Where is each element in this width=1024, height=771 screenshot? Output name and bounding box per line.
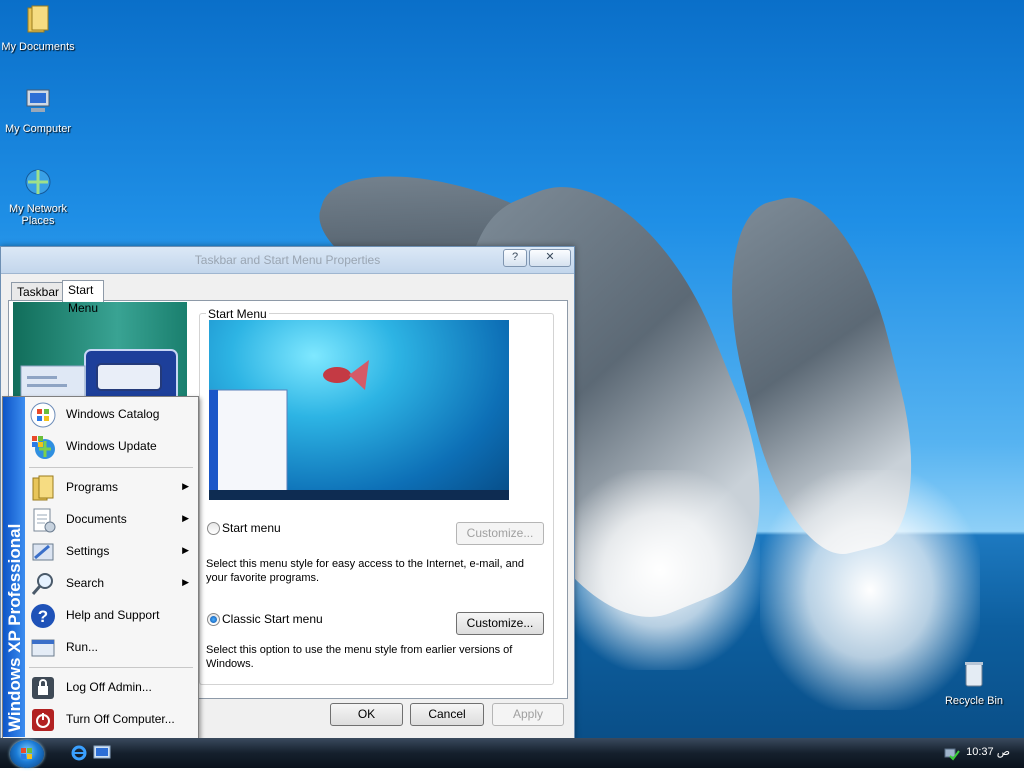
- menu-item-label: Windows Update: [66, 439, 157, 453]
- menu-item-log-off[interactable]: Log Off Admin...: [27, 672, 195, 702]
- taskbar: [0, 738, 1024, 768]
- menu-item-label: Turn Off Computer...: [66, 712, 175, 726]
- menu-item-label: Help and Support: [66, 608, 160, 622]
- help-button[interactable]: ?: [503, 249, 527, 267]
- desktop-icon-my-documents[interactable]: My Documents: [0, 4, 78, 53]
- submenu-arrow-icon: ▶: [182, 513, 189, 523]
- clock[interactable]: 10:37 ص: [966, 745, 1010, 758]
- menu-item-windows-update[interactable]: Windows Update: [27, 431, 195, 461]
- menu-item-turn-off[interactable]: Turn Off Computer...: [27, 704, 195, 734]
- windows-catalog-icon: [30, 402, 56, 428]
- dialog-titlebar[interactable]: Taskbar and Start Menu Properties ? ✕: [1, 247, 574, 274]
- network-globe-icon: [25, 169, 51, 195]
- recycle-bin-icon: [965, 662, 983, 687]
- programs-icon: [32, 475, 54, 501]
- start-menu-banner: Windows XP Professional: [3, 397, 25, 737]
- menu-item-run[interactable]: Run...: [27, 632, 195, 662]
- run-icon: [31, 639, 55, 657]
- power-icon: [32, 709, 54, 731]
- desktop-icon-label: My Documents: [1, 41, 75, 53]
- close-button[interactable]: ✕: [529, 249, 571, 267]
- customize-start-button[interactable]: Customize...: [456, 522, 544, 545]
- menu-item-help[interactable]: ? Help and Support: [27, 600, 195, 630]
- network-status-icon: [944, 748, 960, 761]
- tab-start-menu[interactable]: Start Menu: [62, 280, 105, 315]
- windows-update-icon: [32, 436, 55, 459]
- desktop-icon-label: My Computer: [4, 123, 72, 135]
- svg-text:?: ?: [38, 607, 48, 626]
- classic-start-menu: Windows XP Professional Windows Catalog …: [2, 396, 199, 740]
- menu-item-label: Windows Catalog: [66, 407, 160, 421]
- start-menu-radio[interactable]: [207, 522, 220, 535]
- menu-item-label: Settings: [66, 544, 110, 558]
- submenu-arrow-icon: ▶: [182, 481, 189, 491]
- menu-item-documents[interactable]: Documents ▶: [27, 504, 195, 534]
- internet-explorer-icon[interactable]: [70, 744, 88, 762]
- computer-icon: [26, 89, 50, 112]
- menu-item-windows-catalog[interactable]: Windows Catalog: [27, 399, 195, 429]
- menu-item-label: Log Off Admin...: [66, 680, 152, 694]
- search-icon: [31, 573, 53, 595]
- menu-item-label: Search: [66, 576, 105, 590]
- group-label: Start Menu: [206, 307, 269, 321]
- start-button[interactable]: [10, 740, 44, 768]
- menu-separator: [29, 467, 193, 468]
- cancel-button[interactable]: Cancel: [410, 703, 484, 726]
- customize-classic-button[interactable]: Customize...: [456, 612, 544, 635]
- menu-item-label: Documents: [66, 512, 127, 526]
- fish-preview-icon: [208, 360, 509, 500]
- classic-menu-radio-label[interactable]: Classic Start menu: [222, 612, 323, 626]
- menu-item-programs[interactable]: Programs ▶: [27, 472, 195, 502]
- desktop-icon-label: My Network Places: [8, 203, 68, 227]
- tab-taskbar[interactable]: Taskbar: [11, 282, 66, 301]
- show-desktop-icon[interactable]: [93, 745, 111, 761]
- menu-separator: [29, 667, 193, 668]
- settings-icon: [32, 543, 54, 561]
- dialog-title: Taskbar and Start Menu Properties: [194, 253, 381, 267]
- start-menu-description: Select this menu style for easy access t…: [206, 558, 524, 584]
- start-menu-preview-image: [208, 320, 509, 500]
- menu-item-label: Run...: [66, 640, 99, 654]
- submenu-arrow-icon: ▶: [182, 577, 189, 587]
- submenu-arrow-icon: ▶: [182, 545, 189, 555]
- classic-menu-description: Select this option to use the menu style…: [206, 644, 513, 670]
- classic-menu-radio[interactable]: [207, 613, 220, 626]
- windows-flag-icon: [21, 748, 32, 759]
- water-splash: [560, 470, 760, 670]
- menu-item-search[interactable]: Search ▶: [27, 568, 195, 598]
- desktop-icon-my-computer[interactable]: My Computer: [0, 86, 78, 135]
- desktop-icon-label: Recycle Bin: [944, 695, 1004, 707]
- ok-button[interactable]: OK: [330, 703, 403, 726]
- help-icon: ?: [31, 604, 55, 628]
- desktop-icon-network[interactable]: My Network Places: [0, 166, 78, 227]
- desktop-icon-recycle-bin[interactable]: Recycle Bin: [934, 658, 1014, 707]
- logoff-icon: [32, 677, 54, 699]
- menu-item-settings[interactable]: Settings ▶: [27, 536, 195, 566]
- start-menu-radio-label[interactable]: Start menu: [222, 521, 281, 535]
- menu-item-label: Programs: [66, 480, 119, 494]
- banner-text: Windows XP Professional: [5, 523, 24, 732]
- folder-icon: [27, 5, 49, 33]
- documents-icon: [33, 508, 56, 533]
- apply-button[interactable]: Apply: [492, 703, 564, 726]
